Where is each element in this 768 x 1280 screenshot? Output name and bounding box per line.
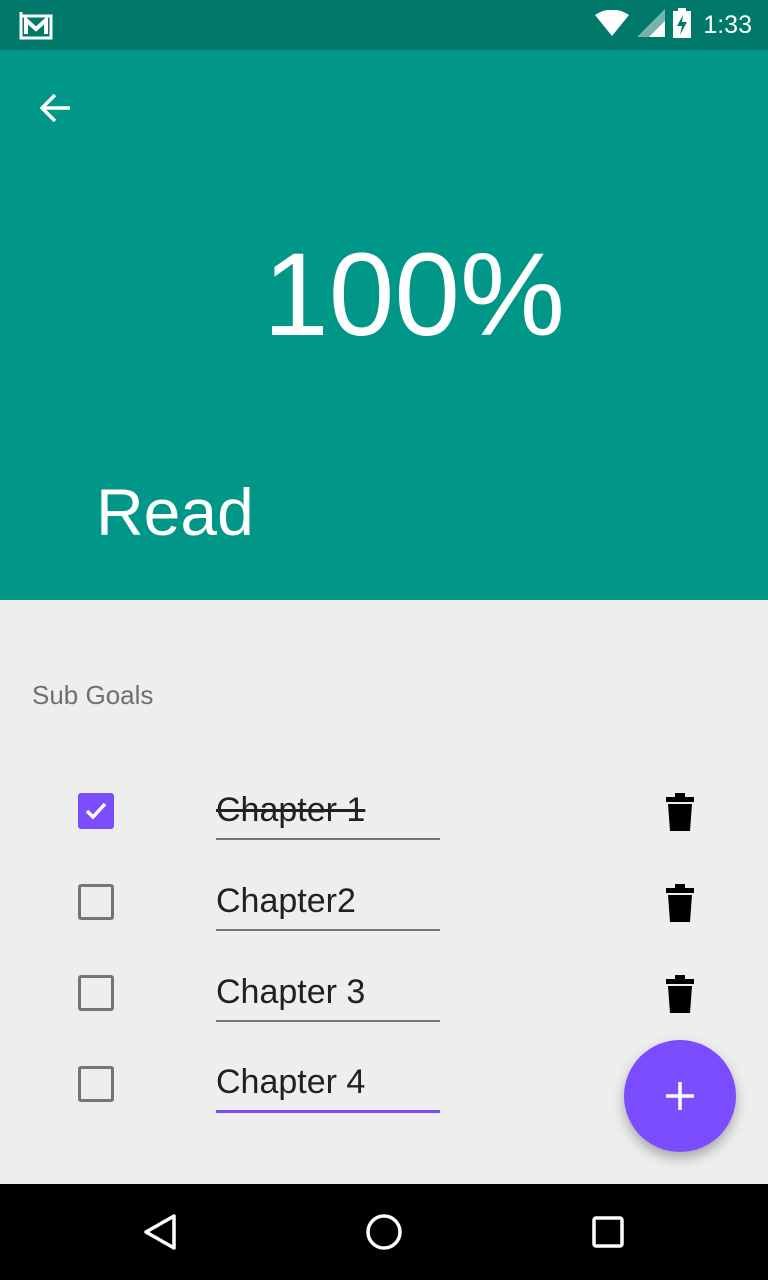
subgoal-text-field[interactable] bbox=[216, 786, 440, 840]
subgoal-checkbox[interactable] bbox=[78, 1066, 114, 1102]
subgoal-text-field[interactable] bbox=[216, 968, 440, 1022]
subgoal-checkbox[interactable] bbox=[78, 975, 114, 1011]
subgoal-text-field[interactable] bbox=[216, 1059, 440, 1113]
signal-icon bbox=[637, 9, 666, 41]
clock: 1:33 bbox=[703, 10, 752, 39]
trash-icon bbox=[666, 793, 694, 831]
trash-icon bbox=[666, 884, 694, 922]
nav-home-button[interactable] bbox=[354, 1202, 414, 1262]
gmail-icon bbox=[18, 10, 54, 40]
subgoal-checkbox[interactable] bbox=[78, 793, 114, 829]
arrow-back-icon bbox=[39, 93, 70, 123]
recents-square-icon bbox=[592, 1216, 624, 1248]
section-label: Sub Goals bbox=[32, 680, 154, 710]
delete-button[interactable] bbox=[660, 972, 700, 1016]
back-button[interactable] bbox=[28, 80, 84, 136]
nav-recents-button[interactable] bbox=[578, 1202, 638, 1262]
subgoal-text-field[interactable] bbox=[216, 877, 440, 931]
add-subgoal-button[interactable] bbox=[624, 1040, 736, 1152]
check-icon bbox=[85, 802, 107, 820]
delete-button[interactable] bbox=[660, 881, 700, 925]
home-circle-icon bbox=[366, 1214, 402, 1250]
goal-title[interactable]: Read bbox=[96, 462, 254, 562]
back-triangle-icon bbox=[144, 1214, 176, 1250]
status-bar: 1:33 bbox=[0, 0, 768, 50]
battery-charging-icon bbox=[673, 8, 692, 42]
trash-icon bbox=[666, 975, 694, 1013]
goal-header: 100% Read bbox=[0, 50, 768, 600]
wifi-icon bbox=[595, 9, 630, 40]
nav-back-button[interactable] bbox=[130, 1202, 190, 1262]
delete-button[interactable] bbox=[660, 790, 700, 834]
navigation-bar bbox=[0, 1184, 768, 1280]
plus-icon bbox=[666, 1082, 694, 1110]
progress-percent: 100% bbox=[263, 229, 565, 361]
subgoal-checkbox[interactable] bbox=[78, 884, 114, 920]
